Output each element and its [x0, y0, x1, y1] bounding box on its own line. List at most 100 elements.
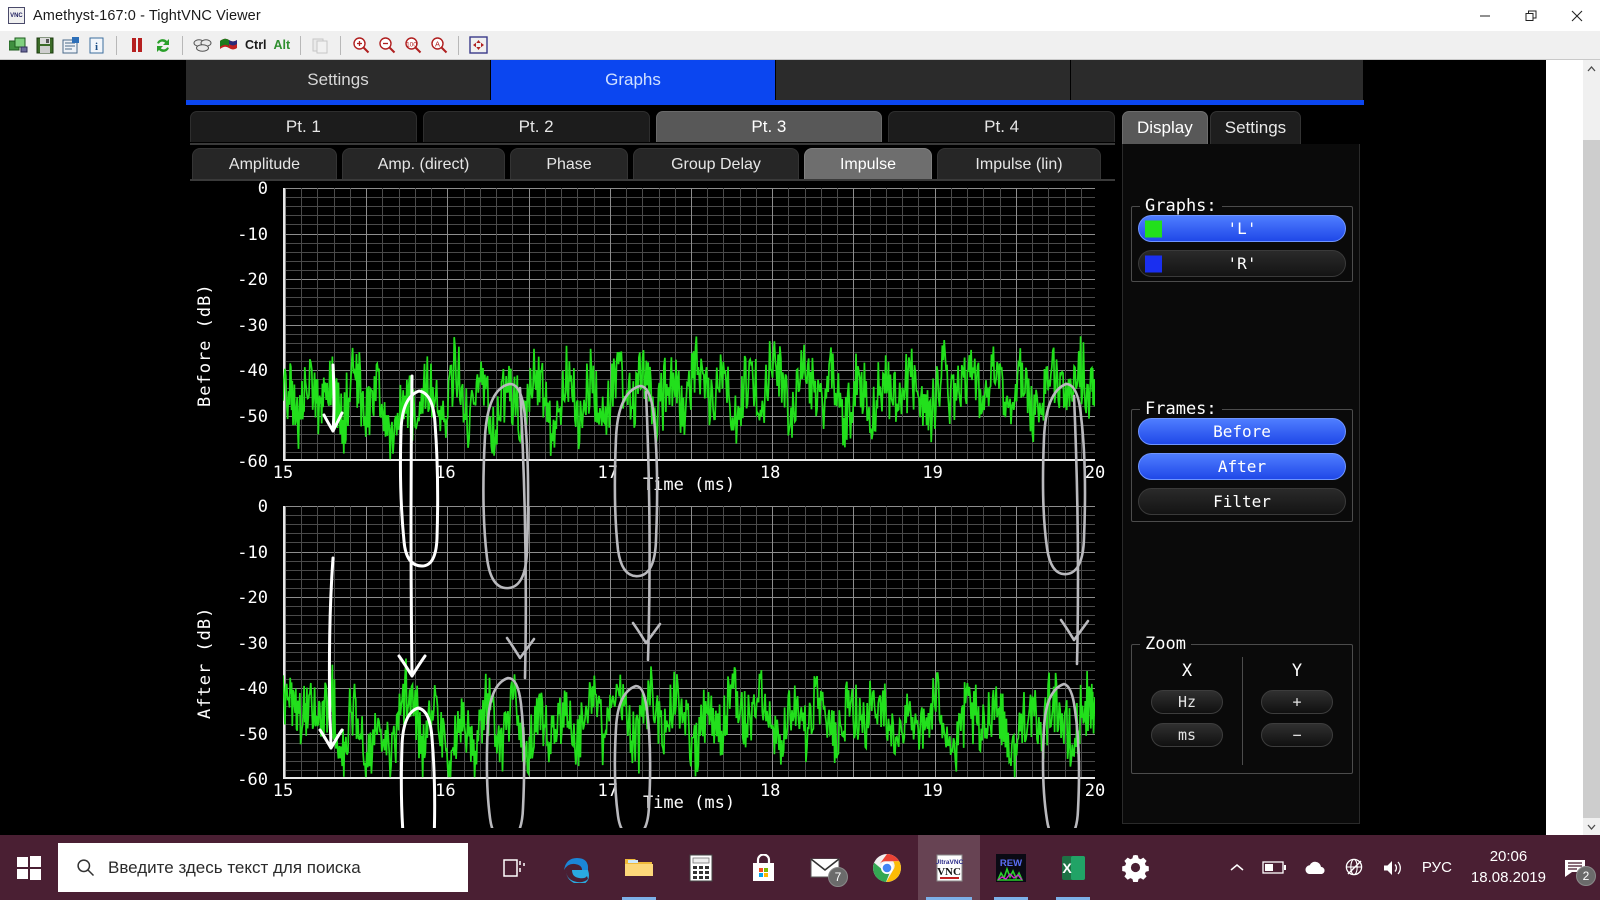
- title-bar: VNC Amethyst-167:0 - TightVNC Viewer: [0, 0, 1600, 31]
- tab-pt-2[interactable]: Pt. 2: [422, 111, 650, 142]
- tab-label: Impulse (lin): [975, 155, 1063, 173]
- graph-toggle-l[interactable]: 'L': [1138, 215, 1346, 242]
- svg-text:REW: REW: [1000, 858, 1022, 869]
- tab-label: Amplitude: [228, 155, 301, 173]
- zoom-x-hz-button[interactable]: Hz: [1151, 690, 1223, 714]
- fullscreen-icon[interactable]: [466, 33, 491, 58]
- clock[interactable]: 20:06 18.08.2019: [1461, 835, 1556, 900]
- remote-desktop-canvas[interactable]: Settings Graphs Pt. 1 Pt. 2 Pt. 3 Pt. 4 …: [0, 60, 1546, 835]
- y-tick-label: 0: [257, 497, 268, 517]
- tab-pt-3[interactable]: Pt. 3: [655, 111, 883, 142]
- tab-group-delay[interactable]: Group Delay: [633, 148, 799, 180]
- tab-pt-1[interactable]: Pt. 1: [190, 111, 417, 142]
- windows-flag-icon[interactable]: [216, 33, 241, 58]
- store-icon[interactable]: [732, 835, 794, 900]
- notification-icon[interactable]: 2: [1556, 835, 1600, 900]
- edge-icon[interactable]: [546, 835, 608, 900]
- zoom-y-plus-button[interactable]: +: [1261, 690, 1333, 714]
- svg-text:i: i: [95, 41, 98, 53]
- y-tick-label: -60: [237, 770, 268, 790]
- vertical-scrollbar[interactable]: [1583, 60, 1600, 835]
- tab-graphs[interactable]: Graphs: [491, 60, 776, 100]
- tab-display[interactable]: Display: [1122, 111, 1208, 145]
- zoom-y-minus-button[interactable]: −: [1261, 723, 1333, 747]
- graphs-group-legend: Graphs:: [1140, 196, 1222, 216]
- tab-settings[interactable]: Settings: [186, 60, 491, 100]
- y-axis-ticks-before: 0 -10 -20 -30 -40 -50 -60: [214, 179, 268, 472]
- new-connection-icon[interactable]: [6, 33, 31, 58]
- rew-icon[interactable]: REW: [980, 835, 1042, 900]
- clock-time: 20:06: [1489, 848, 1528, 866]
- tab-impulse[interactable]: Impulse: [804, 148, 932, 180]
- point-tab-bar: Pt. 1 Pt. 2 Pt. 3 Pt. 4: [190, 111, 1115, 142]
- refresh-icon[interactable]: [150, 33, 175, 58]
- close-icon[interactable]: [1554, 0, 1600, 31]
- gear-icon[interactable]: [1104, 835, 1166, 900]
- tab-impulse-lin[interactable]: Impulse (lin): [937, 148, 1101, 180]
- calculator-icon[interactable]: [670, 835, 732, 900]
- floppy-disk-icon[interactable]: [32, 33, 57, 58]
- y-tick-label: -30: [237, 633, 268, 654]
- chevron-down-icon[interactable]: [1583, 818, 1600, 835]
- tab-amp-direct[interactable]: Amp. (direct): [342, 148, 505, 180]
- excel-icon[interactable]: X: [1042, 835, 1104, 900]
- tab-side-settings[interactable]: Settings: [1209, 111, 1302, 145]
- speaker-icon[interactable]: [1373, 835, 1413, 900]
- clock-date: 18.08.2019: [1470, 868, 1546, 886]
- y-tick-label: -50: [237, 724, 268, 745]
- vnc-icon[interactable]: UltraVNC VNC: [918, 835, 980, 900]
- side-tab-bar: Display Settings: [1122, 111, 1302, 145]
- battery-icon[interactable]: [1253, 835, 1295, 900]
- search-input[interactable]: Введите здесь текст для поиска: [58, 843, 468, 892]
- keys-icon[interactable]: [190, 33, 215, 58]
- graphs-group: Graphs: 'L' 'R': [1131, 196, 1353, 282]
- minimize-icon[interactable]: [1462, 0, 1508, 31]
- tab-pt-4[interactable]: Pt. 4: [888, 111, 1115, 142]
- folder-icon[interactable]: [608, 835, 670, 900]
- chevron-up-icon[interactable]: [1221, 835, 1253, 900]
- tab-amplitude[interactable]: Amplitude: [192, 148, 337, 180]
- cloud-icon[interactable]: [1295, 835, 1336, 900]
- graph-toggle-label: 'L': [1227, 219, 1257, 238]
- tab-label: Pt. 4: [984, 117, 1020, 136]
- button-label: +: [1292, 693, 1302, 711]
- restore-icon[interactable]: [1508, 0, 1554, 31]
- options-icon[interactable]: [58, 33, 83, 58]
- mail-icon[interactable]: 7: [794, 835, 856, 900]
- alt-key[interactable]: Alt: [271, 38, 294, 52]
- windows-logo-icon[interactable]: [0, 835, 58, 900]
- impulse-chart-after: After (dB) 0 -10 -20 -30 -40 -50 -60 15 16 17 18 1…: [190, 497, 1115, 826]
- language-indicator[interactable]: РУС: [1413, 835, 1461, 900]
- info-icon[interactable]: i: [84, 33, 109, 58]
- color-swatch-r: [1145, 255, 1162, 272]
- frame-toggle-label: After: [1217, 457, 1267, 476]
- frames-group: Frames: Before After Filter: [1131, 399, 1353, 522]
- ctrl-key[interactable]: Ctrl: [242, 38, 270, 52]
- tab-label: Display: [1137, 118, 1193, 137]
- zoom-out-icon[interactable]: [374, 33, 399, 58]
- zoom-x-column: X Hz ms: [1132, 661, 1242, 747]
- task-view-icon[interactable]: [484, 835, 546, 900]
- svg-text:X: X: [1062, 860, 1072, 876]
- frame-toggle-filter[interactable]: Filter: [1138, 488, 1346, 515]
- chrome-icon[interactable]: [856, 835, 918, 900]
- tab-phase[interactable]: Phase: [510, 148, 628, 180]
- impulse-chart-before: Before (dB) 0 -10 -20 -30 -40 -50 -60 15 16 17 18…: [190, 179, 1115, 508]
- globe-no-internet-icon[interactable]: [1336, 835, 1373, 900]
- pause-icon[interactable]: [124, 33, 149, 58]
- scrollbar-thumb[interactable]: [1583, 77, 1600, 140]
- zoom-auto-icon[interactable]: A: [426, 33, 451, 58]
- toolbar-separator: [182, 35, 183, 55]
- zoom-x-ms-button[interactable]: ms: [1151, 723, 1223, 747]
- tab-extra-2[interactable]: [1071, 60, 1364, 100]
- zoom-100-icon[interactable]: 100: [400, 33, 425, 58]
- frame-toggle-before[interactable]: Before: [1138, 418, 1346, 445]
- graph-toggle-r[interactable]: 'R': [1138, 250, 1346, 277]
- toolbar-separator: [340, 35, 342, 55]
- window-controls: [1462, 0, 1600, 31]
- chevron-up-icon[interactable]: [1583, 60, 1600, 77]
- waveform-trace-before: [283, 336, 1095, 460]
- tab-extra-1[interactable]: [776, 60, 1071, 100]
- frame-toggle-after[interactable]: After: [1138, 453, 1346, 480]
- zoom-in-icon[interactable]: [348, 33, 373, 58]
